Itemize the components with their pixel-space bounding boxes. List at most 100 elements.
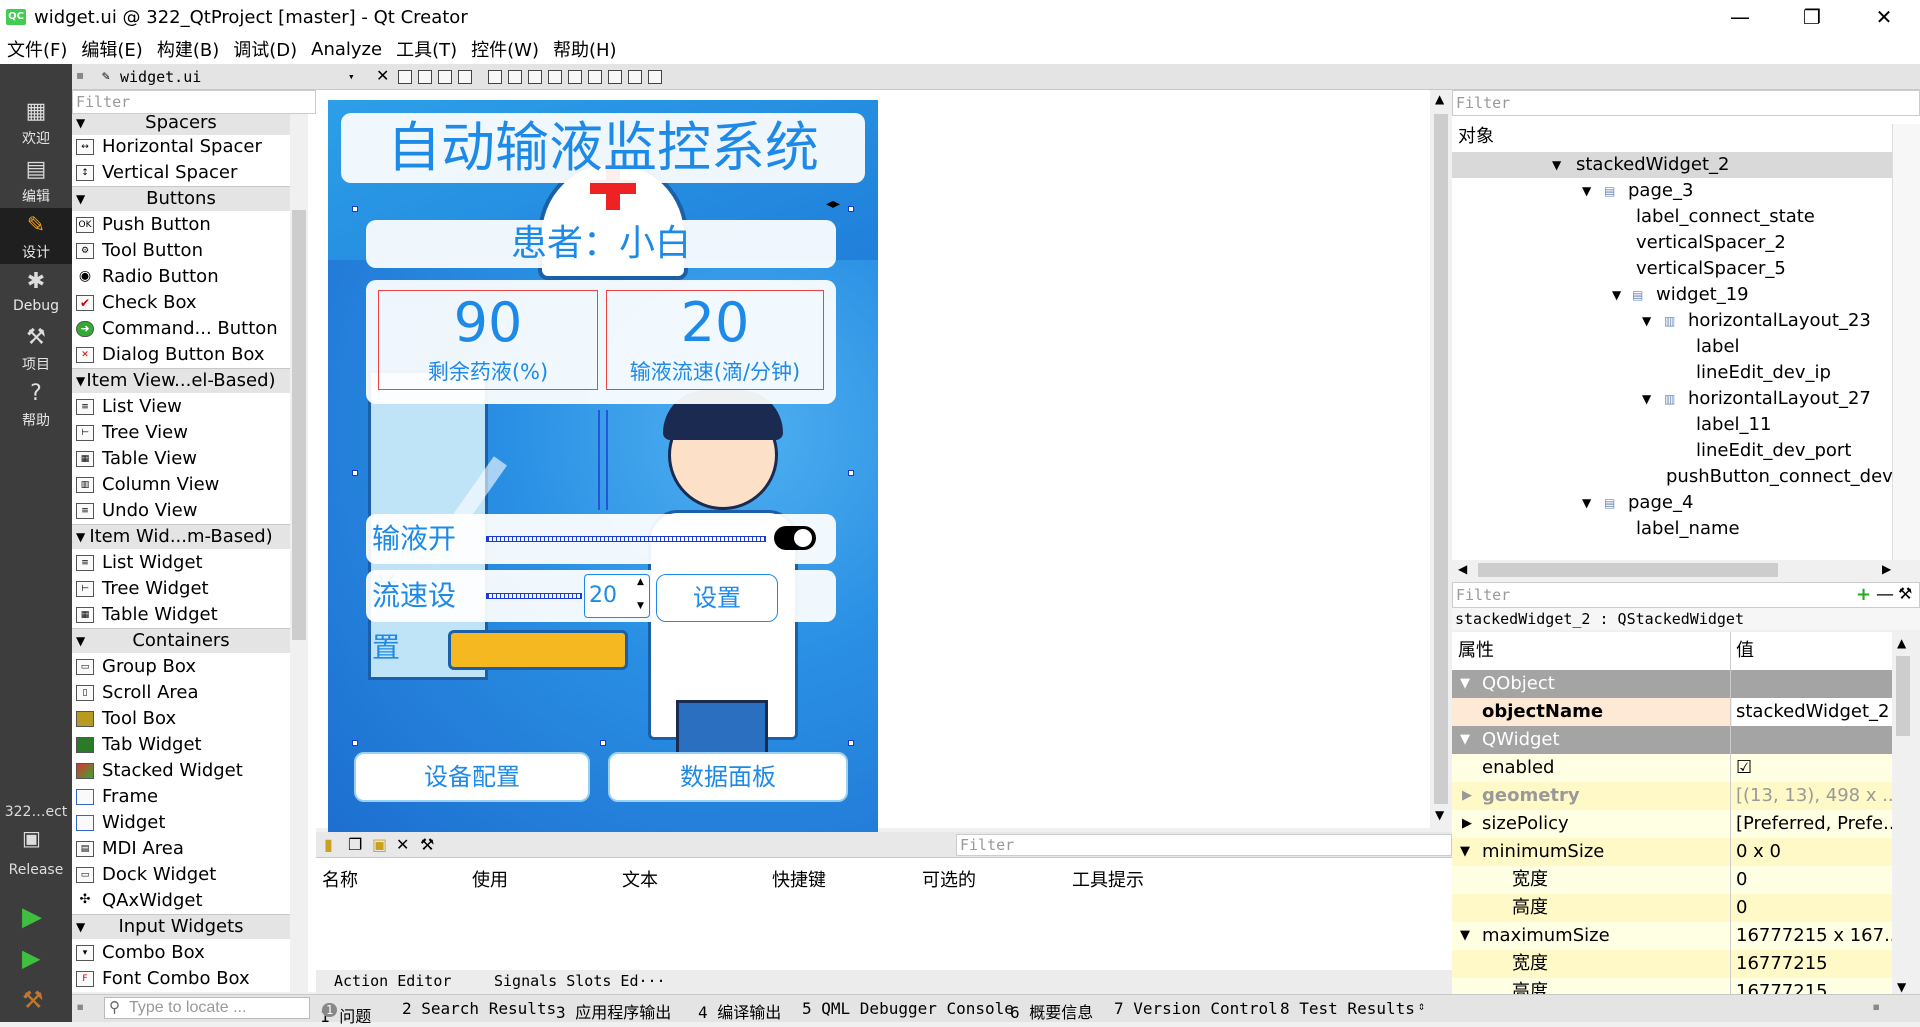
selection-handle[interactable] [848, 470, 854, 476]
scroll-thumb[interactable] [1478, 563, 1778, 577]
object-row[interactable]: lineEdit_dev_port [1696, 438, 1851, 464]
object-row[interactable]: verticalSpacer_5 [1636, 256, 1786, 282]
layout-splitter-h-icon[interactable] [528, 70, 542, 84]
collapse-arrow-icon[interactable]: ▼ [1582, 184, 1591, 198]
item-combo-box[interactable]: ▾ Combo Box [72, 940, 290, 966]
debug-run-icon[interactable]: ▶ [22, 944, 40, 972]
locator-input[interactable]: ⚲ Type to locate ... [104, 997, 310, 1019]
property-min-height[interactable]: 高度 0 [1452, 894, 1892, 922]
scroll-thumb[interactable] [292, 210, 306, 640]
set-button[interactable]: 设置 [656, 574, 778, 622]
copy-action-icon[interactable]: ❐ [348, 835, 362, 854]
add-property-icon[interactable]: + [1856, 584, 1871, 605]
pane-search-results[interactable]: 2 Search Results [402, 999, 556, 1018]
object-filter-input[interactable]: Filter [1452, 90, 1920, 116]
property-sizepolicy[interactable]: ▶ sizePolicy [Preferred, Prefe... [1452, 810, 1892, 838]
mode-design[interactable]: ✎ 设计 [0, 208, 72, 264]
object-tree-hscrollbar[interactable]: ◀ ▶ [1452, 560, 1900, 580]
selection-handle[interactable] [848, 740, 854, 746]
scroll-left-icon[interactable]: ◀ [1458, 562, 1467, 576]
sidebar-toggle-icon[interactable]: ▪ [76, 999, 84, 1015]
item-column-view[interactable]: ▥ Column View [72, 472, 290, 498]
new-action-icon[interactable]: ▮ [324, 835, 333, 854]
menu-widgets[interactable]: 控件(W) [464, 36, 546, 62]
item-widget[interactable]: Widget [72, 810, 290, 836]
object-row[interactable]: page_3 [1628, 178, 1693, 204]
collapse-arrow-icon[interactable]: ▼ [1642, 392, 1651, 406]
item-stacked-widget[interactable]: Stacked Widget [72, 758, 290, 784]
horizontal-spacer[interactable] [486, 593, 582, 599]
object-row[interactable]: label [1696, 334, 1740, 360]
scroll-up-icon[interactable]: ▲ [1897, 636, 1906, 650]
pane-qml-debugger[interactable]: 5 QML Debugger Console [802, 999, 1014, 1018]
close-document-icon[interactable]: ✕ [376, 66, 389, 85]
item-dialog-button-box[interactable]: ✕ Dialog Button Box [72, 342, 290, 368]
widgetbox-scrollbar[interactable] [290, 114, 308, 992]
kit-config[interactable]: Release [0, 862, 72, 878]
item-dock-widget[interactable]: ▭ Dock Widget [72, 862, 290, 888]
item-command-button[interactable]: ➜ Command... Button [72, 316, 290, 342]
column-header[interactable]: 名称 [322, 866, 358, 892]
object-row[interactable]: verticalSpacer_2 [1636, 230, 1786, 256]
item-qaxwidget[interactable]: ✣ QAxWidget [72, 888, 290, 914]
property-enabled[interactable]: enabled ☑ [1452, 754, 1892, 782]
item-push-button[interactable]: OK Push Button [72, 212, 290, 238]
run-icon[interactable]: ▶ [22, 902, 42, 932]
horizontal-spacer[interactable] [486, 536, 766, 542]
spin-up-icon[interactable]: ▲ [637, 577, 644, 587]
item-table-view[interactable]: ▦ Table View [72, 446, 290, 472]
item-frame[interactable]: Frame [72, 784, 290, 810]
output-toggle-icon[interactable]: ▪ [1872, 999, 1880, 1015]
edit-tab-order-icon[interactable] [458, 70, 472, 84]
section-qwidget[interactable]: ▼ QWidget [1452, 726, 1892, 754]
canvas-scrollbar[interactable]: ▲ ▼ [1430, 90, 1452, 828]
mode-debug[interactable]: ✱ Debug [0, 264, 72, 320]
mode-projects[interactable]: ⚒ 项目 [0, 320, 72, 376]
scroll-thumb[interactable] [1434, 114, 1448, 804]
item-tree-widget[interactable]: ⊢ Tree Widget [72, 576, 290, 602]
menu-analyze[interactable]: Analyze [304, 39, 389, 60]
column-header[interactable]: 工具提示 [1072, 866, 1144, 892]
item-group-box[interactable]: ▭ Group Box [72, 654, 290, 680]
category-item-views[interactable]: ▼ Item View...el-Based) [72, 368, 290, 393]
mode-edit[interactable]: ▤ 编辑 [0, 152, 72, 208]
action-filter-input[interactable]: Filter [956, 834, 1452, 856]
object-row[interactable]: widget_19 [1656, 282, 1749, 308]
property-min-width[interactable]: 宽度 0 [1452, 866, 1892, 894]
object-row[interactable]: horizontalLayout_27 [1688, 386, 1871, 412]
property-max-width[interactable]: 宽度 16777215 [1452, 950, 1892, 978]
layout-vertical-icon[interactable] [508, 70, 522, 84]
property-objectname[interactable]: objectName stackedWidget_2 [1452, 698, 1892, 726]
object-row[interactable]: stackedWidget_2 [1576, 152, 1729, 178]
object-row[interactable]: page_4 [1628, 490, 1693, 516]
layout-horizontal-icon[interactable] [488, 70, 502, 84]
remove-property-icon[interactable]: — [1876, 584, 1894, 605]
configure-wrench-icon[interactable]: ⚒ [420, 835, 434, 854]
menu-file[interactable]: 文件(F) [0, 36, 74, 62]
scroll-down-icon[interactable]: ▼ [1435, 808, 1444, 822]
break-layout-icon[interactable] [608, 70, 622, 84]
dropdown-icon[interactable]: ▾ [348, 66, 355, 88]
category-item-widgets[interactable]: ▼ Item Wid...m-Based) [72, 524, 290, 549]
menu-edit[interactable]: 编辑(E) [74, 36, 149, 62]
item-table-widget[interactable]: ▦ Table Widget [72, 602, 290, 628]
collapse-arrow-icon[interactable]: ▼ [1582, 496, 1591, 510]
paste-action-icon[interactable]: ▣ [372, 835, 387, 854]
item-tree-view[interactable]: ⊢ Tree View [72, 420, 290, 446]
stacked-page-arrows-icon[interactable]: ◂▸ [826, 196, 840, 212]
pane-general-messages[interactable]: 6 概要信息 [1010, 999, 1093, 1023]
layout-splitter-v-icon[interactable] [548, 70, 562, 84]
item-tool-button[interactable]: ⚙ Tool Button [72, 238, 290, 264]
item-scroll-area[interactable]: ▯ Scroll Area [72, 680, 290, 706]
category-buttons[interactable]: ▼ Buttons [72, 186, 290, 211]
minimize-icon[interactable]: — [1710, 0, 1770, 34]
device-config-button[interactable]: 设备配置 [354, 752, 590, 802]
mode-welcome[interactable]: ▦ 欢迎 [0, 94, 72, 150]
more-panes-icon[interactable]: ⇕ [1418, 999, 1425, 1013]
adjust-size-icon[interactable] [628, 70, 642, 84]
object-row[interactable]: pushButton_connect_dev [1666, 464, 1893, 490]
object-row[interactable]: horizontalLayout_23 [1688, 308, 1871, 334]
collapse-arrow-icon[interactable]: ▼ [1612, 288, 1621, 302]
build-hammer-icon[interactable]: ⚒ [22, 986, 44, 1014]
layout-form-icon[interactable] [588, 70, 602, 84]
